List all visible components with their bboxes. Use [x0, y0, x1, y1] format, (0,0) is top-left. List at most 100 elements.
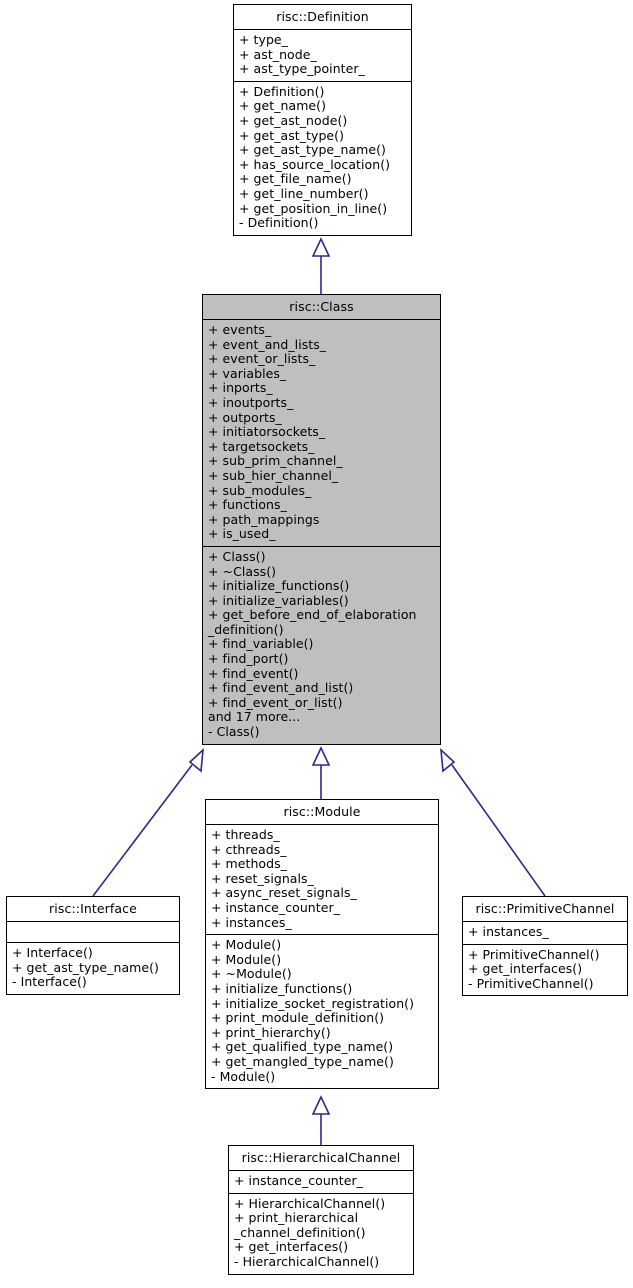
edge-interface-to-class — [92, 747, 204, 897]
method-item: + get_qualified_type_name() — [211, 1039, 394, 1055]
attribute-item: + event_and_lists_ — [208, 336, 327, 352]
class-name-primitivechannel: risc::PrimitiveChannel — [463, 897, 627, 922]
method-item: + PrimitiveChannel() — [468, 946, 600, 962]
method-item: + get_interfaces() — [234, 1239, 349, 1255]
method-item: + Definition() — [239, 83, 325, 99]
method-item: - Module() — [211, 1068, 276, 1084]
method-item: + initialize_functions() — [211, 980, 353, 996]
method-item: + find_event_or_list() — [208, 694, 343, 710]
uml-inheritance-diagram: risc::Definition + type_ + ast_node_ + a… — [0, 0, 633, 1288]
attribute-item: + initiatorsockets_ — [208, 424, 326, 440]
class-name-hierarchicalchannel: risc::HierarchicalChannel — [229, 1146, 413, 1171]
attributes-section-hierarchicalchannel: + instance_counter_ — [229, 1171, 413, 1194]
attributes-section-module: + threads_ + cthreads_ + methods_ + rese… — [206, 825, 438, 936]
attribute-item: + instance_counter_ — [211, 899, 340, 915]
attribute-item: + sub_hier_channel_ — [208, 467, 339, 483]
method-item: + get_ast_type_name() — [12, 959, 159, 975]
method-item: + get_file_name() — [239, 171, 352, 187]
method-item: - Interface() — [12, 974, 87, 990]
edge-module-to-class — [311, 746, 331, 799]
attribute-item: + cthreads_ — [211, 841, 287, 857]
attribute-item: + inports_ — [208, 380, 273, 396]
class-name-class: risc::Class — [203, 295, 440, 320]
attribute-item: + instances_ — [468, 924, 549, 939]
method-item: + find_event_and_list() — [208, 680, 354, 696]
class-name-interface: risc::Interface — [7, 897, 179, 922]
method-item: + ~Module() — [211, 966, 292, 982]
edge-hierarchicalchannel-to-module — [311, 1095, 331, 1145]
attributes-section-class: + events_ + event_and_lists_ + event_or_… — [203, 320, 440, 547]
attribute-item: + sub_modules_ — [208, 482, 312, 498]
methods-section-hierarchicalchannel: + HierarchicalChannel() + print_hierarch… — [229, 1194, 413, 1274]
method-item: - HierarchicalChannel() — [234, 1253, 380, 1269]
methods-section-primitivechannel: + PrimitiveChannel() + get_interfaces() … — [463, 945, 627, 996]
method-item: - Class() — [208, 724, 260, 740]
method-item: + get_ast_type() — [239, 127, 345, 143]
method-item: + get_ast_type_name() — [239, 142, 386, 158]
method-item: + get_ast_node() — [239, 112, 348, 128]
class-name-definition: risc::Definition — [234, 5, 411, 30]
method-item-continuation: _channel_definition() — [234, 1224, 366, 1240]
class-node-module[interactable]: risc::Module + threads_ + cthreads_ + me… — [205, 799, 439, 1090]
attribute-item: + is_used_ — [208, 526, 276, 542]
method-item: + get_position_in_line() — [239, 200, 388, 216]
methods-section-definition: + Definition() + get_name() + get_ast_no… — [234, 82, 411, 235]
attribute-item: + inoutports_ — [208, 394, 294, 410]
methods-section-class: + Class() + ~Class() + initialize_functi… — [203, 547, 440, 744]
method-item: + get_interfaces() — [468, 961, 583, 977]
attributes-section-definition: + type_ + ast_node_ + ast_type_pointer_ — [234, 30, 411, 82]
attribute-item: + type_ — [239, 32, 288, 47]
class-node-definition[interactable]: risc::Definition + type_ + ast_node_ + a… — [233, 4, 412, 236]
more-members-label: and 17 more... — [208, 709, 301, 725]
class-node-interface[interactable]: risc::Interface + Interface() + get_ast_… — [6, 896, 180, 995]
attribute-item: + instances_ — [211, 914, 292, 930]
attribute-item: + ast_type_pointer_ — [239, 61, 365, 77]
attribute-item: + outports_ — [208, 409, 282, 425]
class-node-class[interactable]: risc::Class + events_ + event_and_lists_… — [202, 294, 441, 745]
edge-class-to-definition — [311, 237, 331, 294]
attributes-section-primitivechannel: + instances_ — [463, 922, 627, 945]
attribute-item: + sub_prim_channel_ — [208, 453, 343, 469]
method-item: + initialize_functions() — [208, 578, 350, 594]
method-item: + get_name() — [239, 98, 327, 114]
attribute-item: + ast_node_ — [239, 46, 317, 62]
method-item: + get_line_number() — [239, 185, 369, 201]
attribute-item: + event_or_lists_ — [208, 351, 316, 367]
method-item: - Definition() — [239, 215, 319, 231]
class-node-hierarchicalchannel[interactable]: risc::HierarchicalChannel + instance_cou… — [228, 1145, 414, 1275]
method-item: + find_event() — [208, 665, 299, 681]
attributes-section-interface — [7, 922, 179, 943]
attribute-item: + methods_ — [211, 856, 287, 872]
methods-section-interface: + Interface() + get_ast_type_name() - In… — [7, 943, 179, 994]
attribute-item: + path_mappings — [208, 511, 320, 527]
method-item: + find_port() — [208, 651, 289, 667]
method-item: + HierarchicalChannel() — [234, 1195, 386, 1211]
method-item-continuation: _definition() — [208, 621, 284, 637]
method-item: + get_mangled_type_name() — [211, 1053, 394, 1069]
method-item: + has_source_location() — [239, 156, 391, 172]
method-item: + Module() — [211, 951, 282, 967]
methods-section-module: + Module() + Module() + ~Module() + init… — [206, 935, 438, 1088]
method-item: - PrimitiveChannel() — [468, 975, 594, 991]
class-name-module: risc::Module — [206, 800, 438, 825]
class-node-primitivechannel[interactable]: risc::PrimitiveChannel + instances_ + Pr… — [462, 896, 628, 997]
method-item: + Interface() — [12, 945, 93, 960]
method-item: + initialize_variables() — [208, 592, 349, 608]
attribute-item: + instance_counter_ — [234, 1173, 363, 1188]
attribute-item: + threads_ — [211, 827, 280, 842]
method-item: + get_before_end_of_elaboration — [208, 607, 417, 623]
attribute-item: + events_ — [208, 322, 272, 337]
attribute-item: + async_reset_signals_ — [211, 885, 357, 901]
method-item: + Class() — [208, 548, 266, 564]
method-item: + print_hierarchical — [234, 1210, 359, 1226]
attribute-item: + targetsockets_ — [208, 438, 315, 454]
method-item: + print_hierarchy() — [211, 1024, 331, 1040]
method-item: + Module() — [211, 937, 282, 953]
method-item: + initialize_socket_registration() — [211, 995, 415, 1011]
method-item: + ~Class() — [208, 563, 277, 579]
attribute-item: + variables_ — [208, 365, 287, 381]
method-item: + find_variable() — [208, 636, 314, 652]
attribute-item: + reset_signals_ — [211, 870, 314, 886]
edge-primitivechannel-to-class — [440, 747, 546, 897]
method-item: + print_module_definition() — [211, 1010, 385, 1026]
